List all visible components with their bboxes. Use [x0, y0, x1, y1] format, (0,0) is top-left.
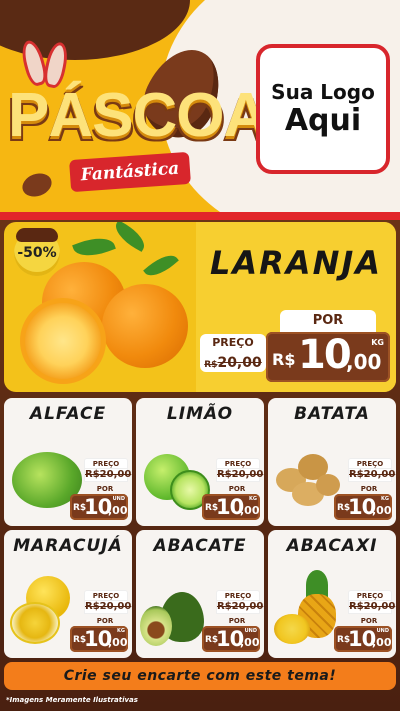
page-title: PÁSCOA — [8, 81, 268, 150]
discount-text: -50% — [17, 245, 57, 261]
por-label: POR — [280, 310, 376, 332]
passion-fruit-slice-icon — [10, 602, 60, 644]
price-cents: ,00 — [240, 636, 260, 649]
por-label: POR — [96, 617, 114, 625]
product-price: R$ 10 ,00 UND — [334, 626, 392, 652]
product-price: R$ 10 ,00 UND — [70, 494, 128, 520]
old-price-amount: 20,00 — [217, 355, 262, 371]
price-unit: UND — [244, 628, 257, 634]
old-price-currency: R$ — [204, 360, 218, 370]
product-name: BATATA — [294, 404, 370, 424]
old-price-value: R$20,00 — [216, 468, 264, 482]
price-cents: ,00 — [346, 350, 382, 374]
product-card-maracuja[interactable]: MARACUJÁ PREÇO R$20,00 POR R$ 10 ,00 KG — [4, 530, 132, 658]
price-cents: ,00 — [108, 504, 128, 517]
leaf-icon — [72, 231, 116, 263]
price-unit: KG — [117, 628, 125, 634]
product-price: R$ 10 ,00 UND — [202, 626, 260, 652]
featured-price: R$ 10 ,00 KG — [266, 332, 390, 382]
easter-title-logo: PÁSCOA Fantástica — [8, 37, 268, 201]
orange-slice-icon — [20, 298, 106, 384]
price-currency: R$ — [272, 350, 296, 369]
old-price-value: R$20,00 — [200, 352, 266, 372]
logo-text-line1: Sua Logo — [271, 80, 375, 104]
por-label: POR — [360, 485, 378, 493]
price-unit: UND — [112, 496, 125, 502]
product-card-abacate[interactable]: ABACATE PREÇO R$20,00 POR R$ 10 ,00 UND — [136, 530, 264, 658]
old-price-value: R$20,00 — [216, 600, 264, 614]
logo-text-line2: Aqui — [284, 103, 362, 138]
price-integer: 10 — [298, 332, 352, 378]
disclaimer-text: *Imagens Meramente Ilustrativas — [6, 696, 138, 704]
product-name: ABACAXI — [286, 536, 378, 556]
product-name: LIMÃO — [166, 404, 234, 424]
price-unit: KG — [381, 496, 389, 502]
por-label: POR — [228, 617, 246, 625]
product-card-limao[interactable]: LIMÃO PREÇO R$20,00 POR R$ 10 ,00 KG — [136, 398, 264, 526]
product-name: ALFACE — [29, 404, 107, 424]
price-unit: KG — [249, 496, 257, 502]
price-unit: KG — [371, 338, 384, 347]
cta-banner[interactable]: Crie seu encarte com este tema! — [4, 662, 396, 690]
potato-icon — [316, 474, 340, 496]
old-price-value: R$20,00 — [84, 600, 132, 614]
price-cents: ,00 — [372, 636, 392, 649]
product-card-abacaxi[interactable]: ABACAXI PREÇO R$20,00 POR R$ 10 ,00 UND — [268, 530, 396, 658]
featured-product-name: LARANJA — [210, 244, 383, 282]
old-price-label: PREÇO — [200, 334, 266, 352]
old-price-value: R$20,00 — [348, 600, 396, 614]
title-ribbon: Fantástica — [69, 151, 191, 193]
product-price: R$ 10 ,00 KG — [334, 494, 392, 520]
old-price-value: R$20,00 — [84, 468, 132, 482]
price-unit: UND — [376, 628, 389, 634]
logo-placeholder[interactable]: Sua Logo Aqui — [256, 44, 390, 174]
product-card-alface[interactable]: ALFACE PREÇO R$20,00 POR R$ 10 ,00 UND — [4, 398, 132, 526]
price-cents: ,00 — [108, 636, 128, 649]
por-label: POR — [96, 485, 114, 493]
por-label: POR — [360, 617, 378, 625]
price-cents: ,00 — [240, 504, 260, 517]
header-divider — [0, 212, 400, 220]
por-label: POR — [228, 485, 246, 493]
product-card-batata[interactable]: BATATA PREÇO R$20,00 POR R$ 10 ,00 KG — [268, 398, 396, 526]
old-price-value: R$20,00 — [348, 468, 396, 482]
avocado-half-icon — [140, 606, 172, 646]
product-price: R$ 10 ,00 KG — [202, 494, 260, 520]
badge-chocolate-drip — [16, 228, 58, 242]
featured-product-card[interactable]: -50% LARANJA PREÇO R$20,00 POR R$ 10 ,00… — [4, 222, 396, 392]
product-price: R$ 10 ,00 KG — [70, 626, 128, 652]
pineapple-slice-icon — [274, 614, 310, 644]
orange-fruit-icon — [102, 284, 188, 368]
leaf-icon — [143, 248, 179, 283]
product-name: MARACUJÁ — [13, 536, 123, 556]
product-name: ABACATE — [153, 536, 247, 556]
leaf-icon — [110, 222, 150, 252]
price-cents: ,00 — [372, 504, 392, 517]
